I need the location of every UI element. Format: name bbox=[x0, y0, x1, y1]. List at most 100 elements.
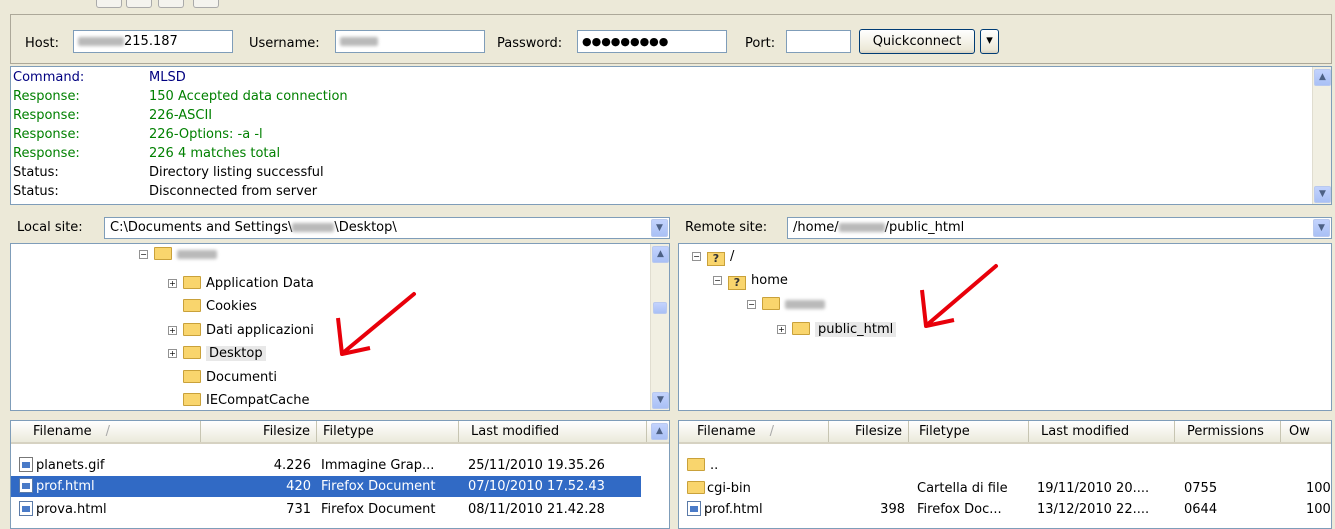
folder-icon bbox=[154, 247, 172, 260]
sort-icon: / bbox=[105, 424, 111, 439]
log-type: Response: bbox=[13, 108, 80, 123]
local-tree-scrollbar[interactable]: ▲ ▼ bbox=[650, 244, 669, 410]
remote-file-list[interactable]: Filename / Filesize Filetype Last modifie… bbox=[678, 420, 1332, 529]
log-message: 226 4 matches total bbox=[149, 146, 281, 161]
table-row[interactable]: cgi-bin Cartella di file 19/11/2010 20..… bbox=[679, 478, 1331, 499]
log-message: Directory listing successful bbox=[149, 165, 324, 180]
column-permissions[interactable]: Permissions bbox=[1175, 421, 1281, 442]
scroll-up-icon[interactable]: ▲ bbox=[1314, 69, 1331, 86]
folder-icon bbox=[183, 299, 201, 312]
tree-node-documenti[interactable]: Documenti bbox=[183, 368, 277, 388]
folder-icon bbox=[183, 276, 201, 289]
host-label: Host: bbox=[25, 36, 59, 51]
toolbar-button[interactable] bbox=[158, 0, 184, 8]
table-row[interactable]: .. bbox=[679, 455, 1331, 476]
sort-icon: / bbox=[769, 424, 775, 439]
local-path-combo[interactable]: C:\Documents and Settings\ \Desktop\ ▼ bbox=[104, 217, 670, 239]
log-type: Command: bbox=[13, 70, 85, 85]
tree-node-desktop[interactable]: + Desktop bbox=[168, 344, 266, 364]
host-input[interactable]: 215.187 bbox=[73, 30, 233, 53]
collapse-icon[interactable]: − bbox=[692, 252, 701, 261]
log-message: 226-Options: -a -l bbox=[149, 127, 263, 142]
chevron-down-icon[interactable]: ▼ bbox=[651, 219, 668, 237]
toolbar-button[interactable] bbox=[96, 0, 122, 8]
chevron-down-icon[interactable]: ▼ bbox=[1313, 219, 1330, 237]
toolbar-button[interactable] bbox=[193, 0, 219, 8]
quickconnect-dropdown-icon[interactable]: ▾ bbox=[980, 29, 999, 54]
expand-icon[interactable]: + bbox=[168, 349, 177, 358]
collapse-icon[interactable]: − bbox=[713, 276, 722, 285]
html-file-icon bbox=[19, 501, 33, 516]
column-filesize[interactable]: Filesize bbox=[201, 421, 317, 442]
local-directory-tree[interactable]: − + Application Data Cookies + Dati applic… bbox=[10, 243, 670, 411]
log-message: MLSD bbox=[149, 70, 186, 85]
table-row[interactable]: prof.html 398 Firefox Doc... 13/12/2010 … bbox=[679, 499, 1331, 520]
port-input[interactable] bbox=[786, 30, 851, 53]
password-input[interactable]: ●●●●●●●●● bbox=[577, 30, 727, 53]
column-owner[interactable]: Ow bbox=[1281, 421, 1331, 442]
remote-list-header: Filename / Filesize Filetype Last modifie… bbox=[679, 421, 1331, 444]
log-type: Response: bbox=[13, 146, 80, 161]
username-label: Username: bbox=[249, 36, 320, 51]
scroll-thumb[interactable] bbox=[653, 302, 667, 314]
remote-path-combo[interactable]: /home//public_html ▼ bbox=[787, 217, 1332, 239]
log-type: Response: bbox=[13, 127, 80, 142]
log-message: 150 Accepted data connection bbox=[149, 89, 348, 104]
table-row[interactable]: prova.html 731 Firefox Document 08/11/20… bbox=[11, 499, 669, 520]
tree-node-root[interactable]: −? / bbox=[692, 247, 734, 267]
collapse-icon[interactable]: − bbox=[747, 300, 756, 309]
column-filename[interactable]: Filename / bbox=[11, 421, 201, 442]
scroll-up-icon[interactable]: ▲ bbox=[651, 423, 668, 440]
local-site-label: Local site: bbox=[17, 220, 83, 235]
expand-icon[interactable]: + bbox=[168, 326, 177, 335]
unknown-folder-icon: ? bbox=[707, 252, 725, 266]
remote-directory-tree[interactable]: −? / −? home − + public_html bbox=[678, 243, 1332, 411]
collapse-icon[interactable]: − bbox=[139, 250, 148, 259]
expand-icon[interactable]: + bbox=[777, 325, 786, 334]
column-last-modified[interactable]: Last modified bbox=[1029, 421, 1175, 442]
column-filename[interactable]: Filename / bbox=[679, 421, 829, 442]
tree-node-user[interactable]: − bbox=[139, 245, 217, 265]
table-row[interactable]: planets.gif 4.226 Immagine Grap... 25/11… bbox=[11, 455, 669, 476]
image-file-icon bbox=[19, 457, 33, 472]
port-label: Port: bbox=[745, 36, 776, 51]
redacted-text bbox=[838, 223, 885, 232]
log-type: Status: bbox=[13, 184, 59, 199]
quickconnect-button[interactable]: Quickconnect bbox=[859, 29, 975, 54]
password-label: Password: bbox=[497, 36, 563, 51]
scroll-down-icon[interactable]: ▼ bbox=[1314, 186, 1331, 203]
remote-site-bar: Remote site: /home//public_html ▼ bbox=[678, 210, 1332, 242]
tree-node-user[interactable]: − bbox=[747, 295, 825, 315]
tree-node-cookies[interactable]: Cookies bbox=[183, 297, 257, 317]
html-file-icon bbox=[687, 501, 701, 516]
expand-icon[interactable]: + bbox=[168, 279, 177, 288]
local-file-list[interactable]: Filename / Filesize Filetype Last modifie… bbox=[10, 420, 670, 529]
tree-node-home[interactable]: −? home bbox=[713, 271, 788, 291]
redacted-text bbox=[785, 300, 825, 309]
log-scrollbar[interactable]: ▲ ▼ bbox=[1312, 67, 1331, 204]
tree-node-iecompatcache[interactable]: IECompatCache bbox=[183, 391, 310, 410]
column-filetype[interactable]: Filetype bbox=[909, 421, 1029, 442]
local-list-header: Filename / Filesize Filetype Last modifie… bbox=[11, 421, 669, 444]
local-site-bar: Local site: C:\Documents and Settings\ \D… bbox=[10, 210, 674, 242]
tree-node-public-html[interactable]: + public_html bbox=[777, 320, 897, 340]
table-row[interactable]: prof.html 420 Firefox Document 07/10/201… bbox=[11, 476, 641, 497]
unknown-folder-icon: ? bbox=[728, 276, 746, 290]
column-filetype[interactable]: Filetype bbox=[317, 421, 459, 442]
tree-node-dati-applicazioni[interactable]: + Dati applicazioni bbox=[168, 321, 314, 341]
tree-node-application-data[interactable]: + Application Data bbox=[168, 274, 314, 294]
folder-icon bbox=[792, 322, 810, 335]
redacted-text bbox=[340, 37, 378, 46]
scroll-down-icon[interactable]: ▼ bbox=[652, 392, 669, 409]
log-type: Status: bbox=[13, 165, 59, 180]
column-last-modified[interactable]: Last modified bbox=[459, 421, 647, 442]
toolbar-button[interactable] bbox=[126, 0, 152, 8]
username-input[interactable] bbox=[335, 30, 485, 53]
html-file-icon bbox=[19, 478, 33, 493]
folder-icon bbox=[183, 370, 201, 383]
log-type: Response: bbox=[13, 89, 80, 104]
folder-icon bbox=[762, 297, 780, 310]
redacted-text bbox=[292, 223, 335, 232]
scroll-up-icon[interactable]: ▲ bbox=[652, 246, 669, 263]
column-filesize[interactable]: Filesize bbox=[829, 421, 909, 442]
